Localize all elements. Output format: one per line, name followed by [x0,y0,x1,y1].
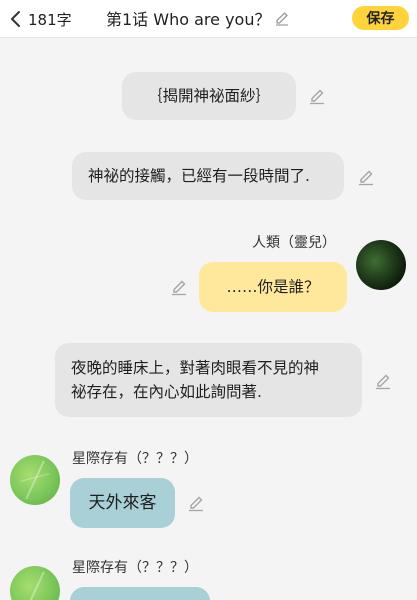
save-button[interactable]: 保存 [352,6,409,30]
other-message-text: 天外來客 [88,493,157,513]
user-name: 人類（靈兒） [252,235,336,251]
top-bar: 181字 第1话 Who are you？ 保存 [0,0,417,38]
pencil-icon[interactable] [374,372,392,390]
chapter-heading-bubble[interactable]: ｛揭開神祕面紗｝ [122,72,296,120]
pencil-icon[interactable] [187,494,205,512]
narration-bubble[interactable]: 夜晚的睡床上，對著肉眼看不見的神 祕存在，在內心如此詢問著. [55,343,362,417]
narration-text-line-2: 祕存在，在內心如此詢問著. [71,383,262,401]
other-name: 星際存有（？？？） [72,451,198,467]
other-name: 星際存有（？？？） [72,560,198,576]
user-avatar[interactable] [356,240,406,290]
pencil-icon[interactable] [170,278,188,296]
chevron-left-icon [11,11,20,27]
user-message-text: ……你是誰？ [226,278,320,296]
pencil-icon[interactable] [357,168,375,186]
other-message-bubble[interactable] [70,587,210,600]
other-avatar[interactable] [10,566,60,600]
narration-text-line-1: 夜晚的睡床上，對著肉眼看不見的神 [71,359,320,377]
back-button[interactable]: 181字 [8,6,72,32]
narration-bubble[interactable]: 神祕的接觸，已經有一段時間了. [72,152,344,200]
pencil-icon[interactable] [274,10,290,26]
title-area[interactable]: 第1话 Who are you？ [106,7,290,29]
narration-text: 神祕的接觸，已經有一段時間了. [88,167,310,185]
leaf-vein [25,460,45,500]
word-count: 181字 [28,10,72,29]
user-message-bubble[interactable]: ……你是誰？ [199,262,347,312]
page-title: 第1话 Who are you？ [106,10,271,29]
chat-area[interactable]: ｛揭開神祕面紗｝ 神祕的接觸，已經有一段時間了. 人類（靈兒） ……你是誰？ 夜… [0,38,417,600]
pencil-icon[interactable] [308,87,326,105]
chapter-heading-text: ｛揭開神祕面紗｝ [146,87,271,105]
leaf-vein [25,571,45,600]
other-message-bubble[interactable]: 天外來客 [70,478,175,528]
other-avatar[interactable] [10,455,60,505]
